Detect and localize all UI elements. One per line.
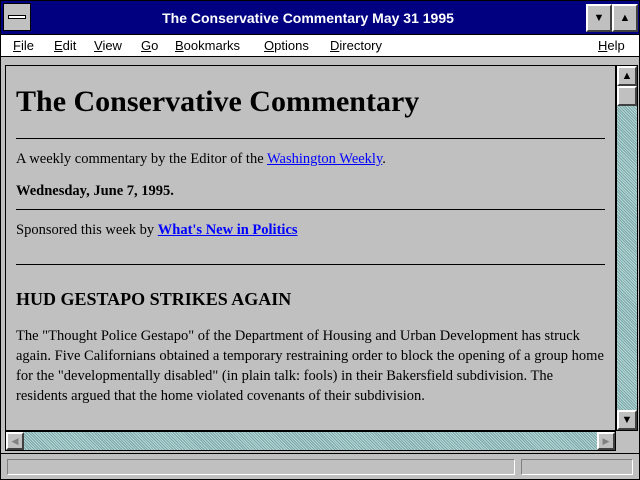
menu-file-mnemonic: F — [13, 38, 21, 53]
document-view[interactable]: The Conservative Commentary A weekly com… — [5, 65, 616, 431]
scroll-left-button[interactable]: ◀ — [6, 432, 24, 450]
menu-options-label: ptions — [274, 38, 309, 53]
menu-help-label: elp — [607, 38, 625, 53]
date-line: Wednesday, June 7, 1995. — [16, 183, 174, 199]
divider — [16, 264, 605, 265]
arrow-up-icon: ▲ — [621, 70, 633, 82]
menu-edit[interactable]: Edit — [54, 38, 76, 53]
menu-bookmarks[interactable]: Bookmarks — [175, 38, 240, 53]
arrow-left-icon: ◀ — [11, 435, 19, 446]
vertical-scroll-thumb[interactable] — [617, 86, 637, 106]
menu-go-mnemonic: G — [141, 38, 152, 53]
menu-edit-mnemonic: E — [54, 38, 63, 53]
page-heading: The Conservative Commentary — [16, 85, 420, 118]
arrow-down-icon: ▼ — [621, 414, 633, 426]
intro-paragraph: A weekly commentary by the Editor of the… — [16, 149, 605, 169]
minimize-icon: ▼ — [593, 12, 605, 24]
divider — [16, 209, 605, 210]
sponsor-text: Sponsored this week by — [16, 222, 158, 238]
menu-go-label: o — [151, 38, 159, 53]
menu-bookmarks-label: ookmarks — [183, 38, 241, 53]
menu-bookmarks-mnemonic: B — [175, 38, 184, 53]
arrow-right-icon: ▶ — [602, 435, 610, 446]
menu-edit-label: dit — [62, 38, 77, 53]
menu-directory-label: irectory — [339, 38, 383, 53]
system-menu-button[interactable] — [3, 3, 31, 31]
window-title: The Conservative Commentary May 31 1995 — [162, 10, 454, 26]
article-body: The "Thought Police Gestapo" of the Depa… — [16, 328, 604, 404]
scroll-up-button[interactable]: ▲ — [617, 66, 637, 86]
progress-panel — [521, 459, 633, 475]
maximize-button[interactable]: ▲ — [612, 4, 638, 32]
menu-file-label: ile — [20, 38, 34, 53]
browser-window: The Conservative Commentary May 31 1995 … — [0, 0, 640, 480]
scroll-right-button[interactable]: ▶ — [597, 432, 615, 450]
scrollbar-corner — [616, 431, 638, 451]
title-bar[interactable]: The Conservative Commentary May 31 1995 … — [1, 1, 639, 35]
intro-period: . — [382, 151, 386, 167]
maximize-icon: ▲ — [619, 12, 631, 24]
horizontal-scrollbar[interactable]: ◀ ▶ — [5, 431, 616, 451]
menu-file[interactable]: File — [13, 38, 34, 53]
status-message-panel — [7, 459, 515, 475]
status-bar — [1, 453, 639, 479]
menu-help[interactable]: Help — [598, 38, 625, 53]
menu-directory-mnemonic: D — [330, 38, 340, 53]
minimize-button[interactable]: ▼ — [586, 4, 612, 32]
scroll-down-button[interactable]: ▼ — [617, 410, 637, 430]
menu-view[interactable]: View — [94, 38, 122, 53]
whats-new-link[interactable]: What's New in Politics — [158, 222, 298, 238]
article-title: HUD GESTAPO STRIKES AGAIN — [16, 289, 292, 309]
system-menu-icon — [8, 15, 26, 19]
menu-options[interactable]: Options — [264, 38, 309, 53]
sponsor-paragraph: Sponsored this week by What's New in Pol… — [16, 220, 605, 240]
menu-go[interactable]: Go — [141, 38, 158, 53]
vertical-scrollbar[interactable]: ▲ ▼ — [616, 65, 638, 431]
menu-help-mnemonic: H — [598, 38, 608, 53]
menu-directory[interactable]: Directory — [330, 38, 382, 53]
menu-view-label: iew — [102, 38, 122, 53]
washington-weekly-link[interactable]: Washington Weekly — [267, 151, 382, 167]
menu-options-mnemonic: O — [264, 38, 275, 53]
divider — [16, 138, 605, 139]
intro-text: A weekly commentary by the Editor of the — [16, 151, 268, 167]
menu-bar: File Edit View Go Bookmarks Options Dire… — [1, 35, 639, 57]
